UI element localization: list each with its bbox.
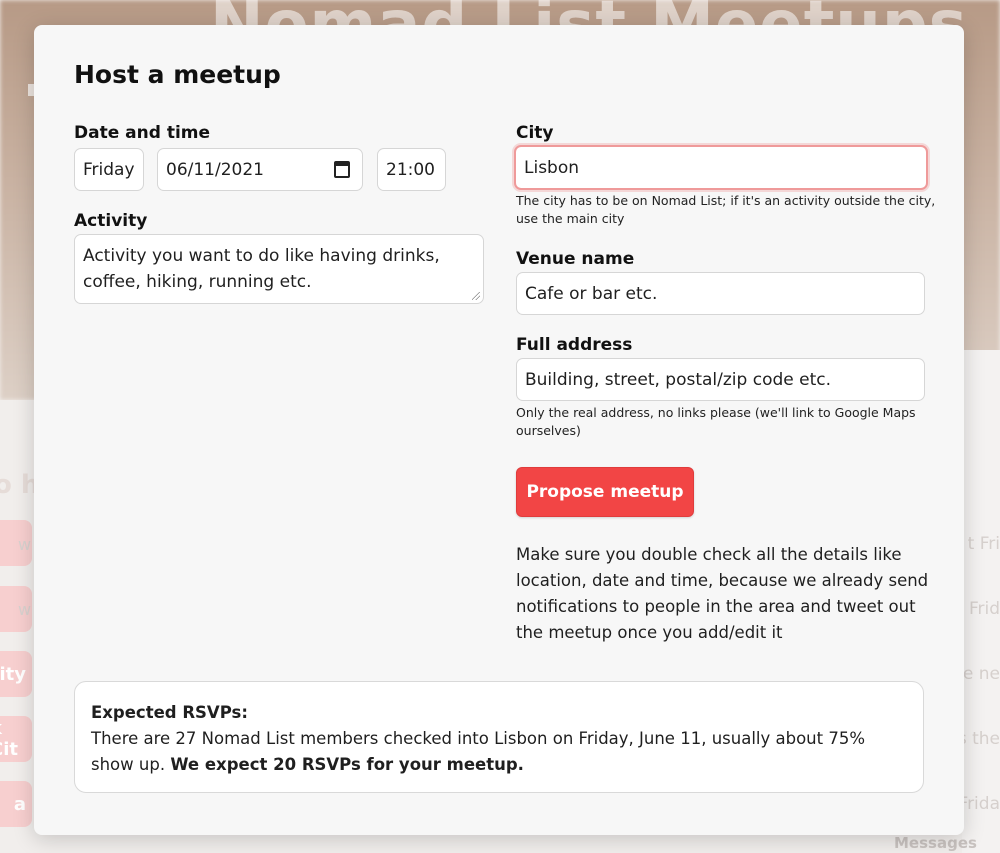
background-fragment: e ne [962, 664, 1000, 684]
time-input[interactable]: 21:00 [377, 148, 446, 191]
expected-rsvps-box: Expected RSVPs: There are 27 Nomad List … [74, 681, 924, 793]
messages-tab[interactable]: Messages [894, 834, 977, 852]
notice-text: Make sure you double check all the detai… [516, 545, 929, 642]
city-input[interactable]: Lisbon [514, 145, 928, 190]
calendar-icon[interactable] [334, 161, 350, 178]
date-input[interactable]: 06/11/2021 [157, 148, 363, 191]
background-pill: a [0, 781, 32, 827]
venue-label: Venue name [516, 249, 635, 269]
rsvp-title: Expected RSVPs: [91, 703, 248, 722]
host-meetup-modal: Host a meetup Date and time Friday 06/11… [34, 25, 964, 835]
background-pill: ity [0, 651, 32, 697]
background-fragment: s the [957, 729, 1000, 749]
activity-label: Activity [74, 211, 148, 231]
day-field[interactable]: Friday [74, 148, 144, 191]
resize-handle-icon[interactable] [472, 292, 480, 300]
address-label: Full address [516, 335, 633, 355]
background-fragment: Frida [958, 794, 1000, 814]
modal-title: Host a meetup [74, 60, 281, 89]
background-fragment: t Fri [967, 534, 1000, 554]
rsvp-emphasis: We expect 20 RSVPs for your meetup. [170, 755, 524, 774]
background-pill: k Cit [0, 716, 32, 762]
propose-meetup-button[interactable]: Propose meetup [516, 467, 694, 517]
city-help-text: The city has to be on Nomad List; if it'… [516, 193, 936, 226]
background-pill-text: w [18, 600, 32, 619]
activity-textarea[interactable]: Activity you want to do like having drin… [74, 234, 484, 304]
background-pill-text: w [18, 535, 32, 554]
city-label: City [516, 123, 554, 143]
venue-input[interactable]: Cafe or bar etc. [516, 272, 925, 315]
address-help-text: Only the real address, no links please (… [516, 405, 916, 438]
date-time-label: Date and time [74, 123, 211, 143]
address-input[interactable]: Building, street, postal/zip code etc. [516, 358, 925, 401]
activity-placeholder: Activity you want to do like having drin… [83, 246, 440, 292]
background-fragment: Frid [968, 599, 1000, 619]
date-value: 06/11/2021 [166, 159, 264, 180]
